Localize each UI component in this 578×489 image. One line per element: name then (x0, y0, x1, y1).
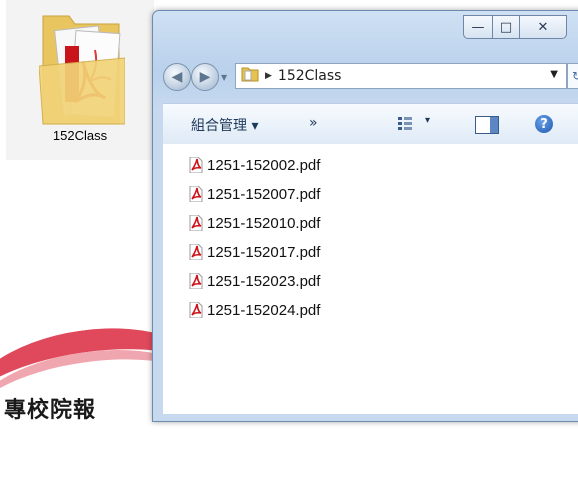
desktop-folder-item[interactable]: 152Class (6, 0, 154, 160)
file-item[interactable]: 1251-152010.pdf (189, 212, 320, 234)
help-button[interactable]: ? (535, 115, 553, 133)
address-bar[interactable]: ▶ 152Class ▼ (235, 63, 567, 89)
navigation-bar: ◀ ▶ ▼ ▶ 152Class ▼ ↻ (163, 61, 578, 91)
organize-menu-button[interactable]: 組合管理 ▾ (191, 115, 258, 135)
folder-with-pdfs-icon (38, 6, 126, 126)
back-arrow-icon: ◀ (171, 69, 183, 85)
pdf-file-icon (189, 302, 203, 318)
back-button[interactable]: ◀ (163, 63, 191, 91)
file-name: 1251-152007.pdf (207, 185, 321, 203)
preview-pane-icon[interactable] (475, 116, 499, 134)
maximize-button[interactable]: □ (493, 15, 520, 39)
address-dropdown-icon[interactable]: ▼ (550, 69, 558, 80)
more-commands-button[interactable]: » (309, 115, 318, 131)
desktop-partial-text: 專校院報 (4, 398, 97, 423)
file-list: 1251-152002.pdf 1251-152007.pdf 1251-152… (163, 144, 578, 414)
window-controls: — □ ✕ (463, 15, 567, 41)
file-item[interactable]: 1251-152007.pdf (189, 183, 320, 205)
refresh-button[interactable]: ↻ (567, 63, 578, 89)
pdf-file-icon (189, 186, 203, 202)
folder-icon (241, 66, 259, 86)
file-name: 1251-152010.pdf (207, 214, 321, 232)
explorer-window: — □ ✕ ◀ ▶ ▼ ▶ 152Class ▼ ↻ 組合管理 ▾ » ▾ ? … (152, 10, 578, 422)
file-item[interactable]: 1251-152002.pdf (189, 154, 320, 176)
change-view-icon[interactable] (398, 117, 412, 131)
address-path: 152Class (277, 68, 342, 84)
view-options-dropdown-icon[interactable]: ▾ (425, 115, 430, 126)
recent-pages-dropdown-icon[interactable]: ▼ (221, 73, 227, 82)
refresh-icon: ↻ (571, 69, 578, 83)
minimize-button[interactable]: — (463, 15, 493, 39)
pdf-file-icon (189, 244, 203, 260)
file-item[interactable]: 1251-152023.pdf (189, 270, 320, 292)
file-item[interactable]: 1251-152017.pdf (189, 241, 320, 263)
desktop-folder-label: 152Class (52, 128, 108, 143)
file-name: 1251-152002.pdf (207, 156, 321, 174)
command-toolbar: 組合管理 ▾ » ▾ ? (163, 103, 578, 145)
file-name: 1251-152017.pdf (207, 243, 321, 261)
forward-arrow-icon: ▶ (199, 69, 211, 85)
file-name: 1251-152023.pdf (207, 272, 321, 290)
file-item[interactable]: 1251-152024.pdf (189, 299, 320, 321)
breadcrumb-arrow-icon[interactable]: ▶ (265, 71, 272, 81)
forward-button[interactable]: ▶ (191, 63, 219, 91)
close-button[interactable]: ✕ (520, 15, 567, 39)
pdf-file-icon (189, 273, 203, 289)
pdf-file-icon (189, 215, 203, 231)
file-name: 1251-152024.pdf (207, 301, 321, 319)
pdf-file-icon (189, 157, 203, 173)
